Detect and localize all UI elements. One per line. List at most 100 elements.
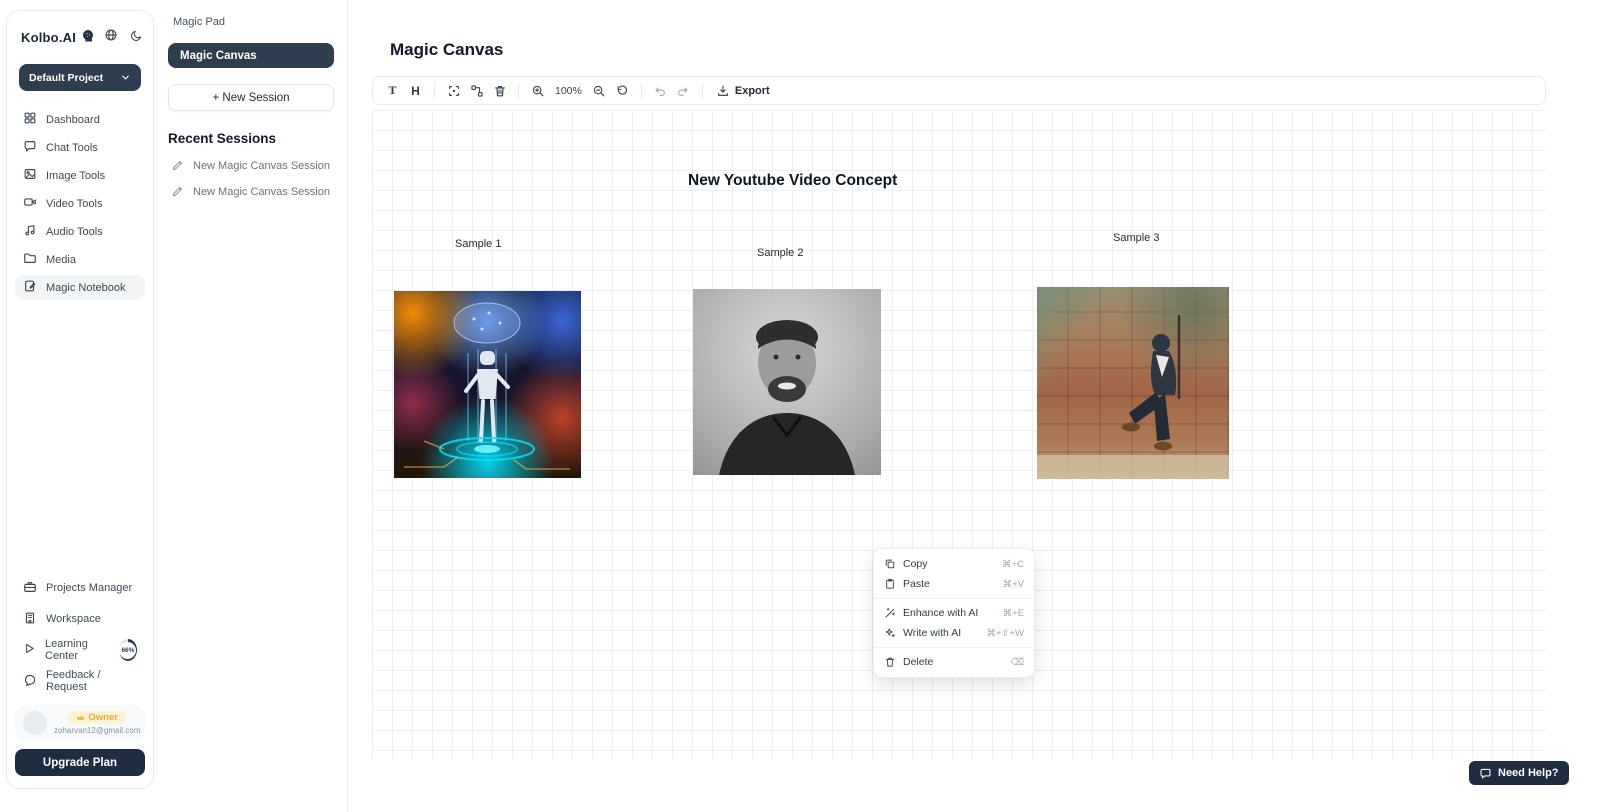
sidebar-item-image-tools[interactable]: Image Tools: [15, 163, 145, 188]
new-session-label: + New Session: [212, 92, 289, 104]
redo-button[interactable]: [672, 79, 695, 102]
nav-label: Chat Tools: [46, 142, 98, 154]
building-icon: [23, 611, 37, 628]
logo-row: Kolbo.AI: [15, 27, 145, 48]
nav-label: Projects Manager: [46, 582, 132, 594]
ai-select-button[interactable]: [442, 79, 465, 102]
nav-label: Image Tools: [46, 170, 105, 182]
portrait-illustration: [693, 289, 881, 475]
recent-sessions-title: Recent Sessions: [168, 131, 334, 146]
nav-label: Magic Notebook: [46, 282, 126, 294]
reset-view-button[interactable]: [611, 79, 634, 102]
chevron-down-icon: [120, 72, 131, 83]
nav-label: Dashboard: [46, 114, 100, 126]
moon-icon[interactable]: [130, 29, 143, 47]
menu-item-label: Enhance with AI: [903, 607, 978, 619]
sidebar-item-audio-tools[interactable]: Audio Tools: [15, 219, 145, 244]
text-tool-glyph: T: [388, 83, 396, 98]
export-button[interactable]: Export: [710, 84, 776, 98]
heading-tool-button[interactable]: H: [404, 79, 427, 102]
need-help-button[interactable]: Need Help?: [1469, 761, 1569, 785]
new-session-button[interactable]: + New Session: [168, 84, 334, 111]
zoom-out-button[interactable]: [588, 79, 611, 102]
app-root: Kolbo.AI Default Project Dashboard: [0, 0, 1600, 812]
sidebar-item-media[interactable]: Media: [15, 247, 145, 272]
sidebar-item-magic-notebook[interactable]: Magic Notebook: [15, 275, 145, 300]
audio-icon: [23, 223, 37, 240]
toolbar-divider: [641, 83, 642, 99]
magic-pad-item[interactable]: Magic Pad: [168, 14, 334, 30]
main-nav: Dashboard Chat Tools Image Tools Video T…: [15, 107, 145, 300]
logo-brain-icon: [80, 27, 96, 48]
sample-3-image[interactable]: [1037, 287, 1229, 479]
sidebar-item-learning-center[interactable]: Learning Center 66%: [15, 638, 145, 662]
wand-icon: [884, 607, 896, 619]
project-selector-label: Default Project: [29, 72, 103, 84]
app-logo: Kolbo.AI: [21, 30, 76, 45]
video-icon: [23, 195, 37, 212]
magic-canvas-item[interactable]: Magic Canvas: [168, 43, 334, 68]
user-card[interactable]: Owner zoharvan12@gmail.com: [15, 705, 145, 741]
export-icon: [716, 84, 730, 98]
canvas-heading[interactable]: New Youtube Video Concept: [688, 172, 897, 190]
briefcase-icon: [23, 580, 37, 597]
context-menu-paste[interactable]: Paste ⌘+V: [874, 574, 1034, 594]
nav-label: Feedback / Request: [46, 669, 137, 693]
ai-robot-illustration: [394, 291, 581, 478]
undo-button[interactable]: [649, 79, 672, 102]
nav-label: Audio Tools: [46, 226, 103, 238]
context-menu-enhance-with-ai[interactable]: Enhance with AI ⌘+E: [874, 603, 1034, 623]
session-item[interactable]: New Magic Canvas Session: [168, 159, 334, 172]
app-sidebar: Kolbo.AI Default Project Dashboard: [6, 10, 154, 789]
pencil-icon: [171, 159, 184, 172]
menu-item-shortcut: ⌘+E: [1003, 608, 1024, 619]
magic-canvas-label: Magic Canvas: [180, 50, 257, 62]
nav-label: Workspace: [46, 613, 101, 625]
toolbar-divider: [702, 83, 703, 99]
menu-item-shortcut: ⌘+C: [1002, 559, 1024, 570]
sample-2-image[interactable]: [693, 289, 881, 475]
sidebar-item-video-tools[interactable]: Video Tools: [15, 191, 145, 216]
menu-item-label: Write with AI: [903, 627, 961, 639]
sample-2-label[interactable]: Sample 2: [757, 247, 803, 259]
pencil-icon: [171, 185, 184, 198]
menu-item-label: Paste: [903, 578, 930, 590]
delete-button[interactable]: [488, 79, 511, 102]
text-tool-button[interactable]: T: [381, 79, 404, 102]
owner-badge: Owner: [68, 711, 126, 724]
play-icon: [23, 642, 36, 658]
sidebar-item-chat-tools[interactable]: Chat Tools: [15, 135, 145, 160]
sidebar-item-dashboard[interactable]: Dashboard: [15, 107, 145, 132]
globe-icon[interactable]: [104, 28, 118, 47]
zoom-in-button[interactable]: [526, 79, 549, 102]
paste-icon: [884, 578, 896, 590]
magic-canvas-surface[interactable]: New Youtube Video Concept Sample 1 Sampl…: [372, 110, 1546, 758]
sidebar-item-workspace[interactable]: Workspace: [15, 607, 145, 631]
context-menu-write-with-ai[interactable]: Write with AI ⌘+⇧+W: [874, 623, 1034, 643]
context-menu-delete[interactable]: Delete ⌫: [874, 652, 1034, 672]
sample-1-image[interactable]: [394, 291, 581, 478]
connector-button[interactable]: [465, 79, 488, 102]
menu-divider: [874, 598, 1034, 599]
avatar: [23, 711, 47, 735]
sparkle-icon: [884, 627, 896, 639]
canvas-toolbar: T H 100% Export: [372, 76, 1546, 105]
toolbar-divider: [434, 83, 435, 99]
nav-label: Media: [46, 254, 76, 266]
sample-1-label[interactable]: Sample 1: [455, 238, 501, 250]
copy-icon: [884, 558, 896, 570]
menu-item-label: Delete: [903, 656, 933, 668]
media-icon: [23, 251, 37, 268]
menu-item-shortcut: ⌘+⇧+W: [986, 628, 1024, 639]
context-menu-copy[interactable]: Copy ⌘+C: [874, 554, 1034, 574]
sample-3-label[interactable]: Sample 3: [1113, 232, 1159, 244]
session-item[interactable]: New Magic Canvas Session: [168, 185, 334, 198]
upgrade-plan-label: Upgrade Plan: [43, 757, 117, 769]
sidebar-item-feedback[interactable]: Feedback / Request: [15, 669, 145, 693]
sidebar-item-projects-manager[interactable]: Projects Manager: [15, 576, 145, 600]
upgrade-plan-button[interactable]: Upgrade Plan: [15, 749, 145, 776]
feedback-icon: [23, 673, 37, 690]
project-selector[interactable]: Default Project: [19, 64, 141, 91]
ruins-illustration: [1037, 287, 1229, 479]
menu-item-shortcut: ⌘+V: [1003, 579, 1024, 590]
